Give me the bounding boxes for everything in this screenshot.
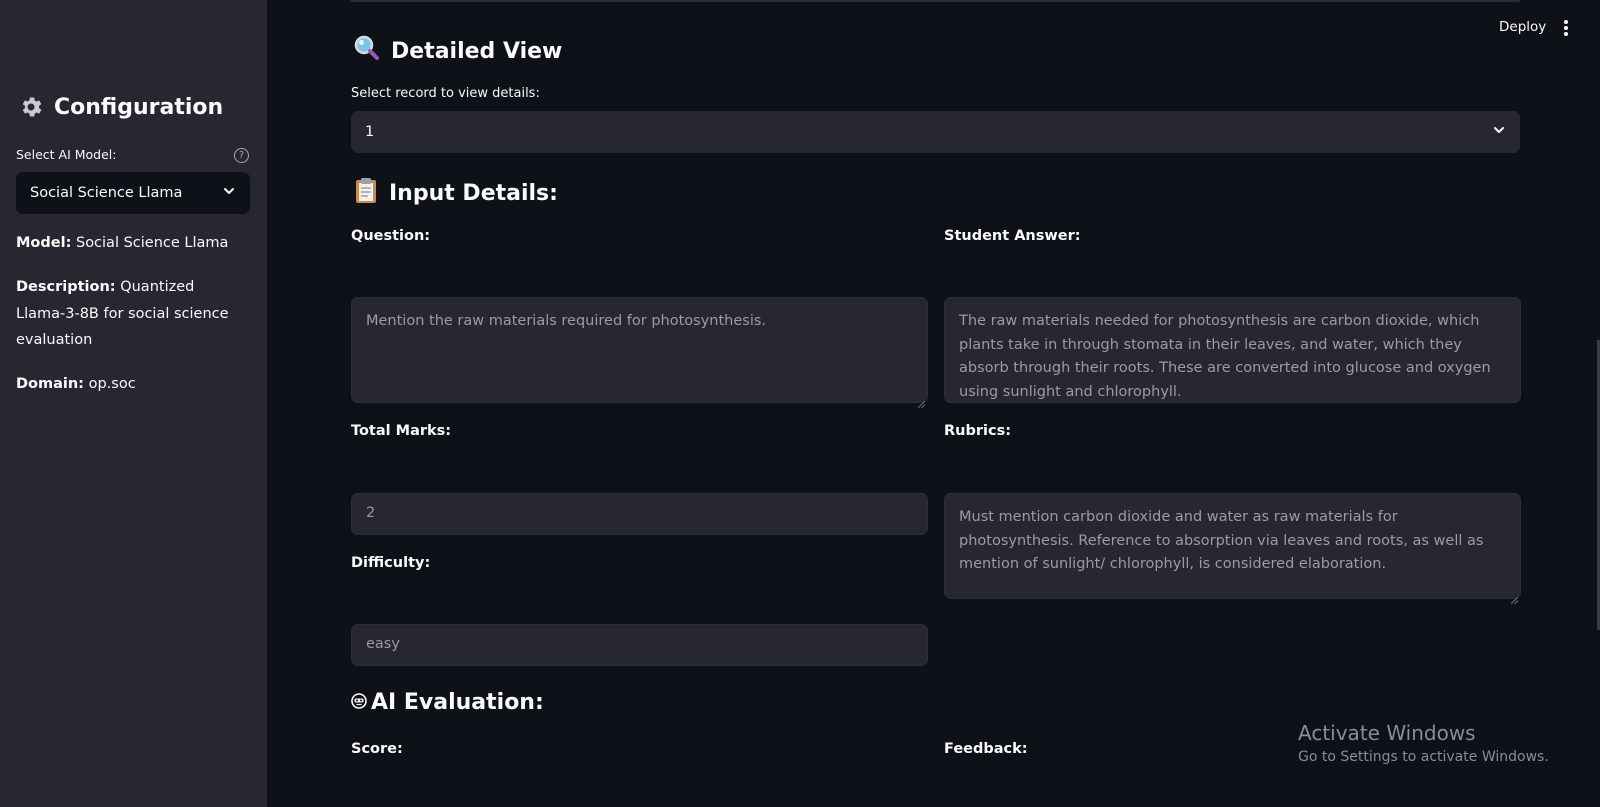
total-marks-value: 2 xyxy=(366,505,376,522)
resize-handle-icon[interactable] xyxy=(917,393,926,409)
detailed-view-title: Detailed View xyxy=(391,38,563,64)
help-icon[interactable]: ? xyxy=(234,148,249,163)
sidebar-title: Configuration xyxy=(18,94,223,120)
ai-evaluation-title: AI Evaluation: xyxy=(371,690,544,715)
model-select[interactable]: Social Science Llama xyxy=(16,172,250,214)
record-select-value: 1 xyxy=(365,124,375,140)
total-marks-label: Total Marks: xyxy=(351,423,452,439)
magnifier-icon xyxy=(353,34,381,68)
question-label: Question: xyxy=(351,228,431,244)
input-details-heading: Input Details: xyxy=(353,176,558,210)
select-model-label: Select AI Model: xyxy=(16,147,117,162)
chevron-down-icon xyxy=(222,184,236,202)
difficulty-input[interactable]: easy xyxy=(351,624,928,666)
model-info: Model: Social Science Llama xyxy=(16,230,241,257)
total-marks-input[interactable]: 2 xyxy=(351,493,928,535)
activate-windows-title: Activate Windows xyxy=(1298,721,1476,745)
model-select-value: Social Science Llama xyxy=(30,185,183,201)
description-info-label: Description: xyxy=(16,279,116,295)
question-text: Mention the raw materials required for p… xyxy=(366,313,767,329)
chevron-down-icon xyxy=(1492,123,1506,141)
difficulty-label: Difficulty: xyxy=(351,555,431,571)
deploy-button[interactable]: Deploy xyxy=(1499,19,1546,35)
resize-handle-icon[interactable] xyxy=(1511,393,1519,402)
feedback-label: Feedback: xyxy=(944,741,1028,757)
main-menu-icon[interactable] xyxy=(1561,18,1571,38)
record-select[interactable]: 1 xyxy=(351,111,1520,153)
rubrics-text: Must mention carbon dioxide and water as… xyxy=(959,509,1484,572)
sidebar: Configuration Select AI Model: ? Social … xyxy=(0,0,267,807)
domain-info-label: Domain: xyxy=(16,376,84,392)
description-info: Description: Quantized Llama-3-8B for so… xyxy=(16,274,241,354)
rubrics-textarea[interactable]: Must mention carbon dioxide and water as… xyxy=(944,493,1521,605)
difficulty-value: easy xyxy=(366,636,400,653)
student-answer-label: Student Answer: xyxy=(944,228,1081,244)
domain-info-value: op.soc xyxy=(88,376,136,392)
student-answer-textarea[interactable]: The raw materials needed for photosynthe… xyxy=(944,297,1521,403)
clipboard-icon xyxy=(353,176,379,210)
gear-icon xyxy=(18,94,44,120)
sidebar-title-text: Configuration xyxy=(54,94,224,120)
score-label: Score: xyxy=(351,741,403,757)
resize-handle-icon[interactable] xyxy=(1510,589,1519,605)
robot-icon xyxy=(351,690,367,715)
domain-info: Domain: op.soc xyxy=(16,371,241,398)
question-textarea[interactable]: Mention the raw materials required for p… xyxy=(351,297,928,409)
activate-windows-subtitle: Go to Settings to activate Windows. xyxy=(1298,749,1549,765)
detailed-view-heading: Detailed View xyxy=(353,34,562,68)
model-info-label: Model: xyxy=(16,235,72,251)
input-details-title: Input Details: xyxy=(389,180,558,206)
top-border xyxy=(350,0,1520,2)
student-answer-text: The raw materials needed for photosynthe… xyxy=(959,313,1491,400)
ai-evaluation-heading: AI Evaluation: xyxy=(351,690,544,715)
rubrics-label: Rubrics: xyxy=(944,423,1012,439)
model-info-value: Social Science Llama xyxy=(75,235,229,251)
record-select-label: Select record to view details: xyxy=(351,86,540,101)
